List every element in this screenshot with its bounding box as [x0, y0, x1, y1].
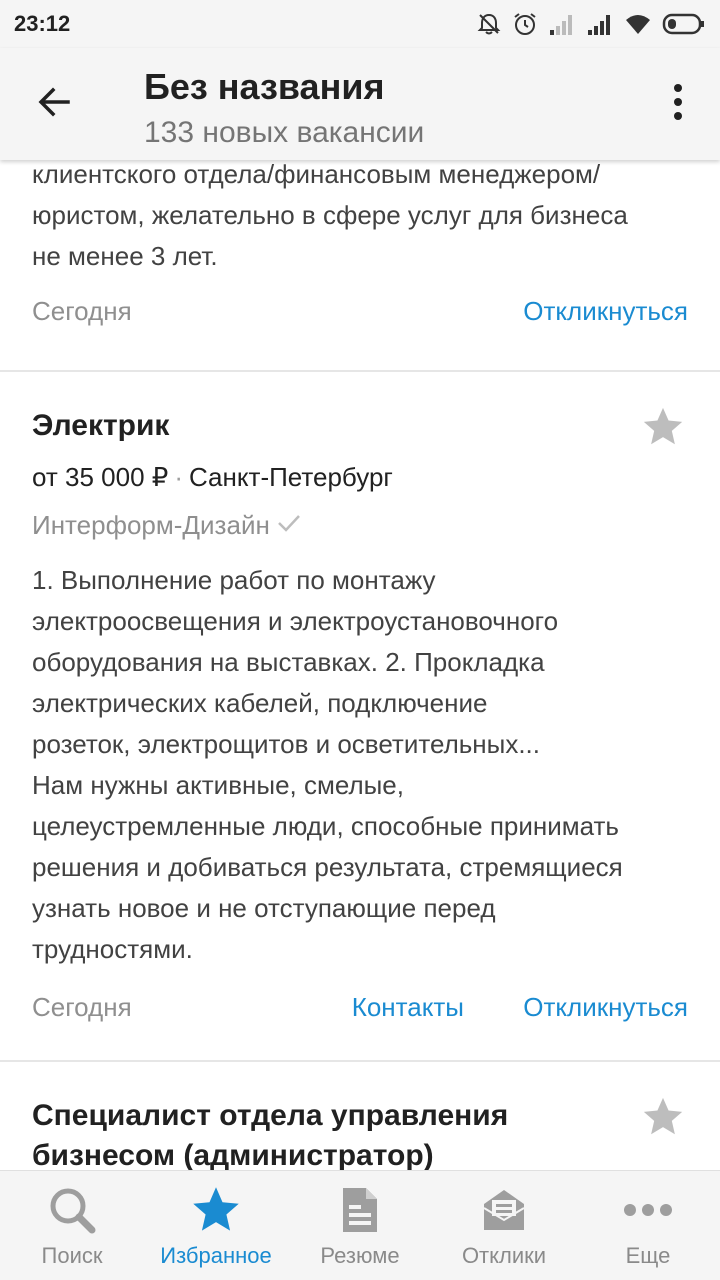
signal-full-icon: [586, 12, 614, 36]
verified-check-icon: [276, 510, 302, 541]
nav-item-more[interactable]: Еще: [576, 1171, 720, 1280]
app-bar: Без названия 133 новых вакансии: [0, 48, 720, 160]
company-name[interactable]: Интерформ-Дизайн: [32, 510, 270, 541]
star-icon: [190, 1185, 242, 1235]
nav-item-responses[interactable]: Отклики: [432, 1171, 576, 1280]
vacancy-list[interactable]: клиентского отдела/финансовым менеджером…: [0, 160, 720, 1170]
description-line: оборудования на выставках. 2. Прокладка: [32, 647, 545, 677]
status-icons: [476, 11, 706, 37]
status-time: 23:12: [14, 11, 71, 36]
company-row[interactable]: Интерформ-Дизайн: [32, 510, 302, 541]
nav-label: Избранное: [160, 1243, 272, 1268]
respond-link[interactable]: Откликнуться: [523, 992, 688, 1023]
respond-link[interactable]: Откликнуться: [523, 296, 688, 327]
vacancy-salary: от 35 000 ₽: [32, 462, 169, 492]
description-line: электрических кабелей, подключение: [32, 688, 488, 718]
nav-label: Поиск: [41, 1243, 103, 1268]
favorite-button[interactable]: [640, 404, 686, 450]
description-line: узнать новое и не отступающие перед: [32, 893, 496, 923]
page-subtitle: 133 новых вакансии: [144, 116, 425, 149]
description-line: целеустремленные люди, способные принима…: [32, 811, 619, 841]
star-icon: [640, 407, 686, 454]
status-bar: 23:12: [0, 0, 720, 48]
description-line: решения и добиваться результата, стремящ…: [32, 852, 623, 882]
signal-weak-icon: [548, 12, 576, 36]
description-line: розеток, электрощитов и осветительных...: [32, 729, 541, 759]
vacancy-description: клиентского отдела/финансовым менеджером…: [32, 160, 692, 277]
description-line: юристом, желательно в сфере услуг для би…: [32, 200, 628, 230]
search-icon: [47, 1185, 97, 1235]
page-title: Без названия: [144, 66, 385, 107]
vacancy-date: Сегодня: [32, 992, 132, 1022]
more-vertical-icon: [672, 82, 684, 127]
vacancy-city: Санкт-Петербург: [188, 462, 393, 492]
alarm-clock-icon: [512, 11, 538, 37]
arrow-back-icon: [34, 82, 74, 127]
star-icon: [640, 1097, 686, 1144]
contacts-link[interactable]: Контакты: [352, 992, 464, 1023]
more-horizontal-icon: [623, 1185, 673, 1235]
description-line: Нам нужны активные, смелые,: [32, 770, 404, 800]
description-line: 1. Выполнение работ по монтажу: [32, 565, 436, 595]
title-line: бизнесом (администратор): [32, 1139, 434, 1170]
muted-alarm-icon: [476, 11, 502, 37]
vacancy-title: Электрик: [32, 409, 170, 442]
vacancy-description: 1. Выполнение работ по монтажу электроос…: [32, 560, 702, 970]
wifi-icon: [624, 12, 652, 36]
vacancy-card[interactable]: Электрик от 35 000 ₽ · Санкт-Петербург Инт…: [0, 372, 720, 1060]
nav-label: Отклики: [461, 1243, 547, 1268]
battery-icon: [662, 12, 706, 36]
favorite-button[interactable]: [640, 1094, 686, 1140]
description-line: электроосвещения и электроустановочного: [32, 606, 559, 636]
vacancy-title: Специалист отдела управления бизнесом (а…: [32, 1096, 592, 1170]
nav-item-favorites[interactable]: Избранное: [144, 1171, 288, 1280]
description-line: не менее 3 лет.: [32, 241, 218, 271]
back-button[interactable]: [22, 80, 86, 128]
title-line: Специалист отдела управления: [32, 1099, 509, 1132]
envelope-icon: [480, 1185, 528, 1235]
document-icon: [340, 1185, 380, 1235]
vacancy-card[interactable]: клиентского отдела/финансовым менеджером…: [0, 160, 720, 370]
nav-label: Еще: [625, 1243, 671, 1268]
nav-item-search[interactable]: Поиск: [0, 1171, 144, 1280]
description-line: клиентского отдела/финансовым менеджером…: [32, 160, 601, 189]
nav-label: Резюме: [320, 1243, 400, 1268]
vacancy-date: Сегодня: [32, 296, 132, 326]
salary-location: от 35 000 ₽ · Санкт-Петербург: [32, 462, 393, 493]
bottom-navigation: Поиск Избранное Резюме Отклики Еще: [0, 1170, 720, 1280]
description-line: трудностями.: [32, 934, 193, 964]
nav-item-resume[interactable]: Резюме: [288, 1171, 432, 1280]
more-options-button[interactable]: [654, 80, 702, 128]
separator: ·: [174, 462, 183, 492]
vacancy-card[interactable]: Специалист отдела управления бизнесом (а…: [0, 1062, 720, 1170]
